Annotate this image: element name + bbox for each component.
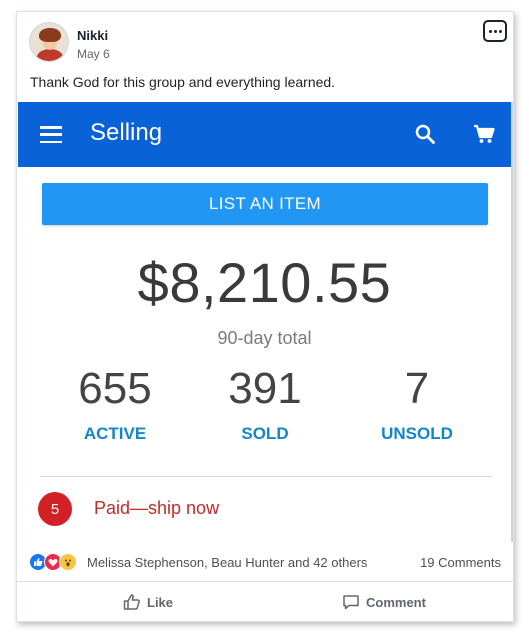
stat-label: SOLD [241, 424, 289, 443]
post-date[interactable]: May 6 [77, 47, 110, 61]
stat-value: 7 [404, 364, 430, 413]
post-text: Thank God for this group and everything … [30, 74, 336, 90]
comment-icon [343, 595, 359, 610]
stat-value: 391 [228, 364, 302, 413]
post-card: Nikki May 6 Thank God for this group and… [16, 11, 514, 622]
stat-sold: 391 SOLD [195, 364, 335, 444]
thumbs-up-icon [123, 594, 140, 610]
comment-label: Comment [366, 594, 426, 610]
shared-screenshot[interactable]: Selling LIST AN ITEM $8,210.55 90-day to… [18, 102, 513, 542]
more-options-icon[interactable] [483, 20, 507, 42]
reactions-bar: Melissa Stephenson, Beau Hunter and 42 o… [17, 542, 513, 582]
sales-total: $8,210.55 [137, 251, 392, 314]
list-an-item-button: LIST AN ITEM [42, 183, 488, 225]
wow-reaction-icon [59, 553, 77, 571]
like-button[interactable]: Like [123, 593, 173, 611]
avatar[interactable] [29, 22, 69, 62]
sales-total-label: 90-day total [217, 328, 312, 348]
post-actions: Like Comment [17, 584, 513, 622]
app-title: Selling [90, 119, 163, 146]
stat-label: UNSOLD [381, 424, 453, 443]
comments-count[interactable]: 19 Comments [420, 555, 501, 570]
task-count-badge: 5 [38, 492, 72, 526]
search-icon [415, 124, 435, 144]
stat-value: 655 [78, 364, 152, 413]
stat-label: ACTIVE [83, 424, 147, 443]
comment-button[interactable]: Comment [342, 593, 426, 611]
paid-ship-now-label: Paid—ship now [94, 498, 220, 518]
reaction-icons[interactable] [29, 553, 85, 571]
stat-active: 655 ACTIVE [45, 364, 185, 444]
app-bar: Selling [18, 102, 511, 167]
reaction-names[interactable]: Melissa Stephenson, Beau Hunter and 42 o… [87, 555, 367, 570]
cart-icon [474, 124, 495, 143]
stat-unsold: 7 UNSOLD [347, 364, 487, 444]
menu-icon [40, 126, 62, 143]
like-label: Like [147, 594, 174, 610]
divider [40, 476, 492, 477]
post-header: Nikki May 6 [17, 12, 513, 72]
author-name[interactable]: Nikki [77, 28, 108, 43]
